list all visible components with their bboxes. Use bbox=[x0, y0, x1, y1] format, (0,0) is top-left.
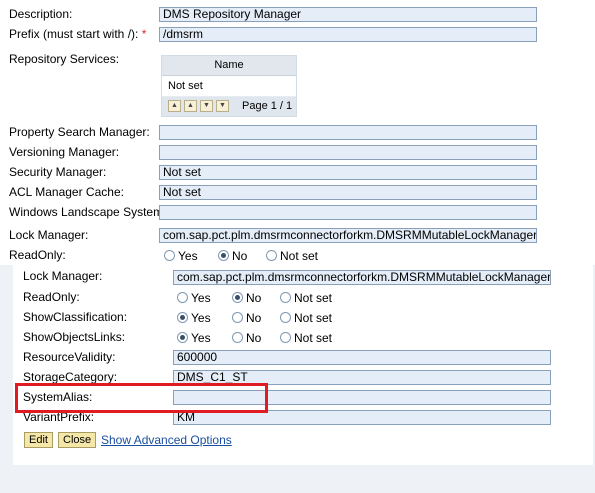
sub-readonly-notset-radio[interactable] bbox=[280, 292, 291, 303]
page-info: Page 1 / 1 bbox=[242, 100, 293, 112]
highlight-box bbox=[15, 383, 268, 413]
lock-manager-field[interactable]: com.sap.pct.plm.dmsrmconnectorforkm.DMSR… bbox=[159, 228, 537, 243]
prefix-field[interactable]: /dmsrm bbox=[159, 27, 537, 42]
sub-readonly-yes-label: Yes bbox=[191, 291, 211, 305]
table-row[interactable]: Not set bbox=[162, 76, 296, 96]
show-classification-notset-radio[interactable] bbox=[280, 312, 291, 323]
readonly-yes-label: Yes bbox=[178, 249, 198, 263]
required-marker: * bbox=[141, 27, 147, 41]
windows-landscape-label: Windows Landscape System: bbox=[9, 205, 167, 219]
table-pager: ▲ ▲ ▼ ▼ Page 1 / 1 bbox=[162, 97, 296, 116]
show-objects-links-notset-radio[interactable] bbox=[280, 332, 291, 343]
description-label: Description: bbox=[9, 7, 73, 21]
readonly-notset-radio[interactable] bbox=[266, 250, 277, 261]
repository-services-table: Name Not set ▲ ▲ ▼ ▼ Page 1 / 1 bbox=[161, 55, 297, 117]
page-background bbox=[0, 465, 595, 493]
resource-validity-field[interactable]: 600000 bbox=[173, 350, 551, 365]
show-objects-links-label: ShowObjectsLinks: bbox=[23, 330, 126, 344]
show-classification-no-radio[interactable] bbox=[232, 312, 243, 323]
sub-readonly-yes-radio[interactable] bbox=[177, 292, 188, 303]
edit-button[interactable]: Edit bbox=[24, 432, 53, 448]
table-header-name: Name bbox=[162, 56, 296, 76]
show-objects-links-no-label: No bbox=[246, 331, 262, 345]
versioning-label: Versioning Manager: bbox=[9, 145, 120, 159]
show-classification-label: ShowClassification: bbox=[23, 310, 128, 324]
resource-validity-label: ResourceValidity: bbox=[23, 350, 116, 364]
lock-manager-label: Lock Manager: bbox=[9, 228, 89, 242]
repository-services-label: Repository Services: bbox=[9, 52, 120, 66]
sub-readonly-no-label: No bbox=[246, 291, 262, 305]
readonly-no-label: No bbox=[232, 249, 248, 263]
versioning-field[interactable] bbox=[159, 145, 537, 160]
show-objects-links-yes-radio[interactable] bbox=[177, 332, 188, 343]
sub-readonly-no-radio[interactable] bbox=[232, 292, 243, 303]
property-search-field[interactable] bbox=[159, 125, 537, 140]
readonly-notset-label: Not set bbox=[280, 249, 319, 263]
security-field[interactable]: Not set bbox=[159, 165, 537, 180]
description-field[interactable]: DMS Repository Manager bbox=[159, 7, 537, 22]
last-page-icon[interactable]: ▼ bbox=[216, 100, 229, 112]
sub-lock-manager-label: Lock Manager: bbox=[23, 269, 103, 283]
first-page-icon[interactable]: ▲ bbox=[168, 100, 181, 112]
storage-category-label: StorageCategory: bbox=[23, 370, 118, 384]
readonly-yes-radio[interactable] bbox=[164, 250, 175, 261]
acl-label: ACL Manager Cache: bbox=[9, 185, 124, 199]
show-classification-yes-label: Yes bbox=[191, 311, 211, 325]
prefix-label: Prefix (must start with /): * bbox=[9, 27, 147, 41]
show-objects-links-yes-label: Yes bbox=[191, 331, 211, 345]
repository-settings-panel: Description: DMS Repository Manager Pref… bbox=[0, 0, 595, 265]
show-objects-links-no-radio[interactable] bbox=[232, 332, 243, 343]
show-classification-notset-label: Not set bbox=[294, 311, 333, 325]
next-page-icon[interactable]: ▼ bbox=[200, 100, 213, 112]
close-button[interactable]: Close bbox=[58, 432, 97, 448]
readonly-no-radio[interactable] bbox=[218, 250, 229, 261]
sub-readonly-label: ReadOnly: bbox=[23, 290, 80, 304]
acl-field[interactable]: Not set bbox=[159, 185, 537, 200]
previous-page-icon[interactable]: ▲ bbox=[184, 100, 197, 112]
windows-landscape-field[interactable] bbox=[159, 205, 537, 220]
sub-lock-manager-field[interactable]: com.sap.pct.plm.dmsrmconnectorforkm.DMSR… bbox=[173, 270, 551, 285]
security-label: Security Manager: bbox=[9, 165, 107, 179]
show-advanced-options-link[interactable]: Show Advanced Options bbox=[101, 433, 232, 447]
property-search-label: Property Search Manager: bbox=[9, 125, 150, 139]
sub-readonly-notset-label: Not set bbox=[294, 291, 333, 305]
readonly-label: ReadOnly: bbox=[9, 248, 66, 262]
show-objects-links-notset-label: Not set bbox=[294, 331, 333, 345]
show-classification-yes-radio[interactable] bbox=[177, 312, 188, 323]
show-classification-no-label: No bbox=[246, 311, 262, 325]
